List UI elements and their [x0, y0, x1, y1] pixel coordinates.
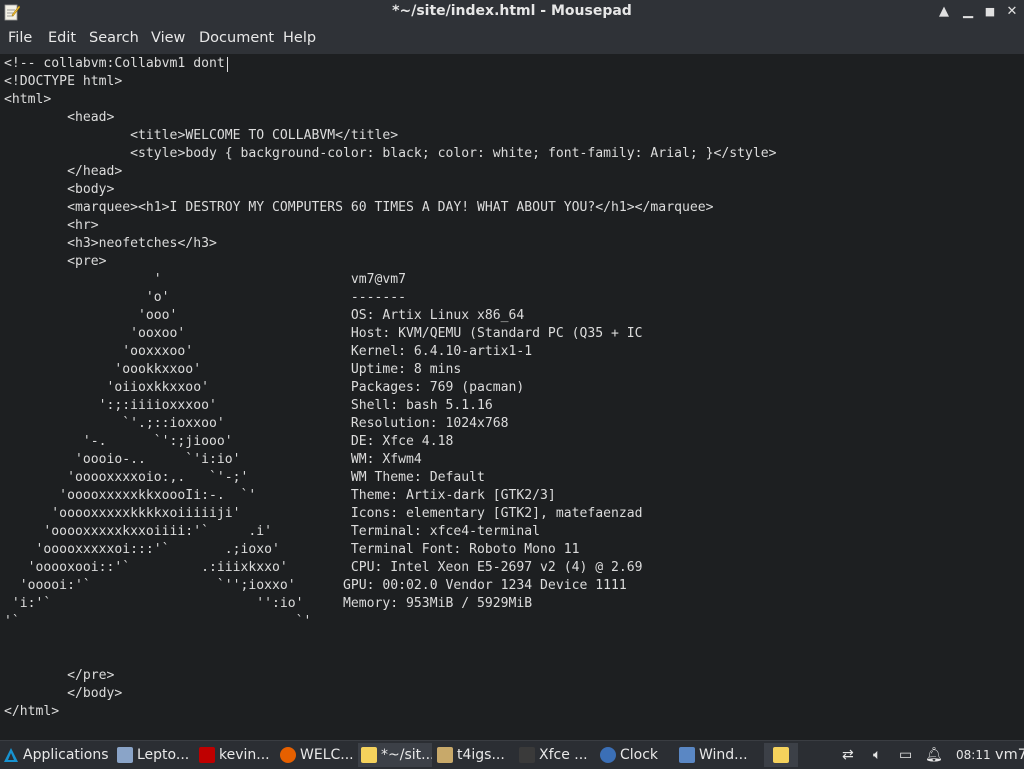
menu-bar: File Edit Search View Document Help: [0, 24, 1024, 54]
taskbar-task-terminal[interactable]: Xfce ...: [516, 743, 595, 767]
editor-line: 'ooooxxxxxkkxoooIi:-. `' Theme: Artix-da…: [4, 488, 556, 503]
editor-line: 'ooooxxxxxkxxoiiii:'` .i' Terminal: xfce…: [4, 524, 541, 539]
workspace-switcher[interactable]: [764, 743, 798, 767]
editor-line: <html>: [4, 92, 52, 107]
taskbar-task-folder[interactable]: t4igs...: [434, 743, 514, 767]
text-editor-icon: [361, 747, 377, 763]
taskbar-task-label: *~/sit...: [381, 747, 432, 763]
editor-line: <marquee><h1>I DESTROY MY COMPUTERS 60 T…: [4, 200, 714, 215]
editor-line: <h3>neofetches</h3>: [4, 236, 217, 251]
network-icon[interactable]: ⇄: [842, 743, 854, 767]
text-cursor: [227, 57, 228, 72]
editor-line: 'ooooxxxxoio:,. `'-;' WM Theme: Default: [4, 470, 485, 485]
editor-line: <title>WELCOME TO COLLABVM</title>: [4, 128, 399, 143]
menu-help[interactable]: Help: [283, 30, 316, 46]
editor-line: 'oookkxxoo' Uptime: 8 mins: [4, 362, 462, 377]
editor-line: 'o' -------: [4, 290, 407, 305]
editor-line: 'ooooxooi::'` .:iiixkxxo' CPU: Intel Xeo…: [4, 560, 643, 575]
taskbar-task-clock[interactable]: Clock: [597, 743, 674, 767]
taskbar-task-window[interactable]: Wind...: [676, 743, 756, 767]
menu-document[interactable]: Document: [199, 30, 274, 46]
editor-line: ':;:iiiioxxxoo' Shell: bash 5.1.16: [4, 398, 493, 413]
firefox-icon: [280, 747, 296, 763]
menu-edit[interactable]: Edit: [48, 30, 76, 46]
editor-line: <!-- collabvm:Collabvm1 dont: [4, 56, 225, 71]
taskbar: Applications ⁝ Lepto... kevin... WELC... *~…: [0, 740, 1024, 769]
window-icon: [679, 747, 695, 763]
close-button[interactable]: ✕: [1002, 2, 1022, 22]
editor-line: <head>: [4, 110, 115, 125]
clock-time[interactable]: 08:11: [956, 743, 991, 767]
editor-line: '` `': [4, 614, 312, 629]
taskbar-task-label: Clock: [620, 747, 659, 763]
battery-icon[interactable]: ▭: [899, 743, 912, 767]
editor-line: ' vm7@vm7: [4, 272, 407, 287]
editor-line: <body>: [4, 182, 115, 197]
terminal-icon: [519, 747, 535, 763]
filezilla-icon: [199, 747, 215, 763]
editor-line: <hr>: [4, 218, 99, 233]
volume-icon[interactable]: 🔈︎: [873, 743, 881, 767]
editor-line: <style>body { background-color: black; c…: [4, 146, 777, 161]
editor-content[interactable]: <!-- collabvm:Collabvm1 dont <!DOCTYPE h…: [4, 55, 777, 721]
editor-line: </html>: [4, 704, 60, 719]
applications-menu-button[interactable]: Applications ⁝: [0, 743, 112, 767]
editor-line: 'ooooi:'` `'';ioxxo' GPU: 00:02.0 Vendor…: [4, 578, 627, 593]
maximize-button[interactable]: ■: [980, 2, 1000, 22]
file-manager-icon: [117, 747, 133, 763]
clock-icon: [600, 747, 616, 763]
editor-line: `'.;::ioxxoo' Resolution: 1024x768: [4, 416, 509, 431]
editor-line: </head>: [4, 164, 123, 179]
editor-line: </body>: [4, 686, 123, 701]
folder-icon: [437, 747, 453, 763]
applications-icon: [4, 748, 18, 762]
taskbar-task-text-editor[interactable]: *~/sit...: [358, 743, 432, 767]
text-editor-area[interactable]: <!-- collabvm:Collabvm1 dont <!DOCTYPE h…: [0, 54, 1024, 740]
editor-line: 'ooooxxxxxkkkkxoiiiiiji' Icons: elementa…: [4, 506, 643, 521]
taskbar-task-label: kevin...: [219, 747, 270, 763]
taskbar-task-label: Xfce ...: [539, 747, 588, 763]
taskbar-task-label: t4igs...: [457, 747, 505, 763]
notifications-bell-icon[interactable]: 🔔︎: [925, 743, 943, 767]
menu-file[interactable]: File: [8, 30, 32, 46]
minimize-button[interactable]: ▲: [934, 2, 954, 22]
menu-view[interactable]: View: [151, 30, 185, 46]
window-title: *~/site/index.html - Mousepad: [392, 3, 632, 19]
editor-line: 'oooio-.. `'i:io' WM: Xfwm4: [4, 452, 422, 467]
menu-search[interactable]: Search: [89, 30, 139, 46]
editor-line: </pre>: [4, 668, 115, 683]
editor-line: '-. `':;jiooo' DE: Xfce 4.18: [4, 434, 454, 449]
editor-line: <!DOCTYPE html>: [4, 74, 123, 89]
minimize-to-tray-button[interactable]: ▁: [958, 2, 978, 22]
text-editor-icon: [773, 747, 789, 763]
editor-line: 'oiioxkkxxoo' Packages: 769 (pacman): [4, 380, 525, 395]
editor-line: 'ooo' OS: Artix Linux x86_64: [4, 308, 525, 323]
applications-label: Applications: [23, 747, 109, 763]
editor-line: 'ooooxxxxxoi:::'` .;ioxo' Terminal Font:…: [4, 542, 580, 557]
editor-line: 'ooxxxoo' Kernel: 6.4.10-artix1-1: [4, 344, 533, 359]
user-name[interactable]: vm7: [995, 743, 1024, 767]
title-bar: *~/site/index.html - Mousepad ▲ ▁ ■ ✕: [0, 0, 1024, 24]
taskbar-task-firefox[interactable]: WELC...: [277, 743, 356, 767]
editor-line: 'ooxoo' Host: KVM/QEMU (Standard PC (Q35…: [4, 326, 643, 341]
taskbar-task-filezilla[interactable]: kevin...: [196, 743, 275, 767]
taskbar-task-label: Lepto...: [137, 747, 190, 763]
editor-line: <pre>: [4, 254, 107, 269]
taskbar-task-file-manager[interactable]: Lepto...: [114, 743, 194, 767]
editor-line: 'i:'` '':io' Memory: 953MiB / 5929MiB: [4, 596, 533, 611]
taskbar-task-label: WELC...: [300, 747, 354, 763]
taskbar-task-label: Wind...: [699, 747, 748, 763]
